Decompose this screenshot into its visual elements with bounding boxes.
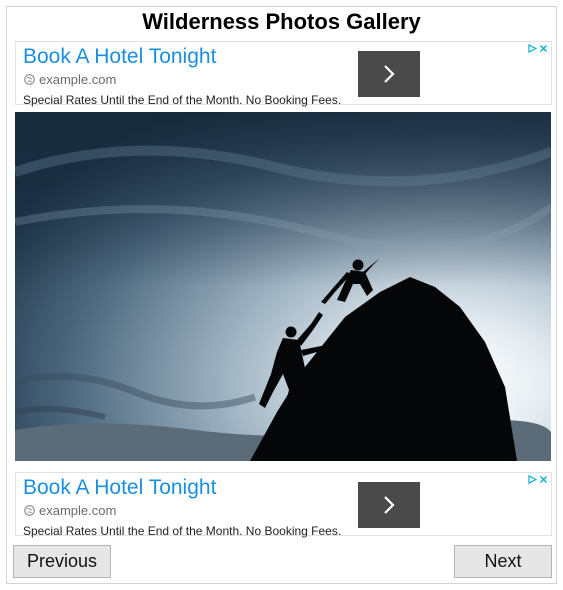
adchoices[interactable] (528, 44, 548, 53)
adchoices-info-icon[interactable] (528, 44, 537, 53)
previous-button[interactable]: Previous (13, 545, 111, 578)
globe-icon (24, 505, 35, 516)
gallery-photo (15, 112, 551, 461)
ad-banner-bottom[interactable]: Book A Hotel Tonight example.com Special… (15, 472, 552, 538)
ad-domain-row: example.com (24, 503, 116, 518)
ad-open-button[interactable] (358, 51, 420, 97)
adchoices[interactable] (528, 475, 548, 484)
ad-banner-top[interactable]: Book A Hotel Tonight example.com Special… (15, 41, 552, 107)
chevron-right-icon (384, 496, 395, 514)
globe-icon (24, 74, 35, 85)
gallery-title: Wilderness Photos Gallery (142, 9, 421, 34)
next-button[interactable]: Next (454, 545, 552, 578)
ad-open-button[interactable] (358, 482, 420, 528)
ad-domain: example.com (39, 72, 117, 87)
ad-headline[interactable]: Book A Hotel Tonight (23, 476, 216, 500)
chevron-right-icon (384, 65, 395, 83)
ad-domain: example.com (39, 503, 117, 518)
ad-description: Special Rates Until the End of the Month… (23, 93, 342, 107)
ad-description: Special Rates Until the End of the Month… (23, 524, 342, 538)
ad-close-icon[interactable] (539, 475, 548, 484)
ad-domain-row: example.com (24, 72, 116, 87)
ad-headline[interactable]: Book A Hotel Tonight (23, 45, 216, 69)
ad-close-icon[interactable] (539, 44, 548, 53)
adchoices-info-icon[interactable] (528, 475, 537, 484)
